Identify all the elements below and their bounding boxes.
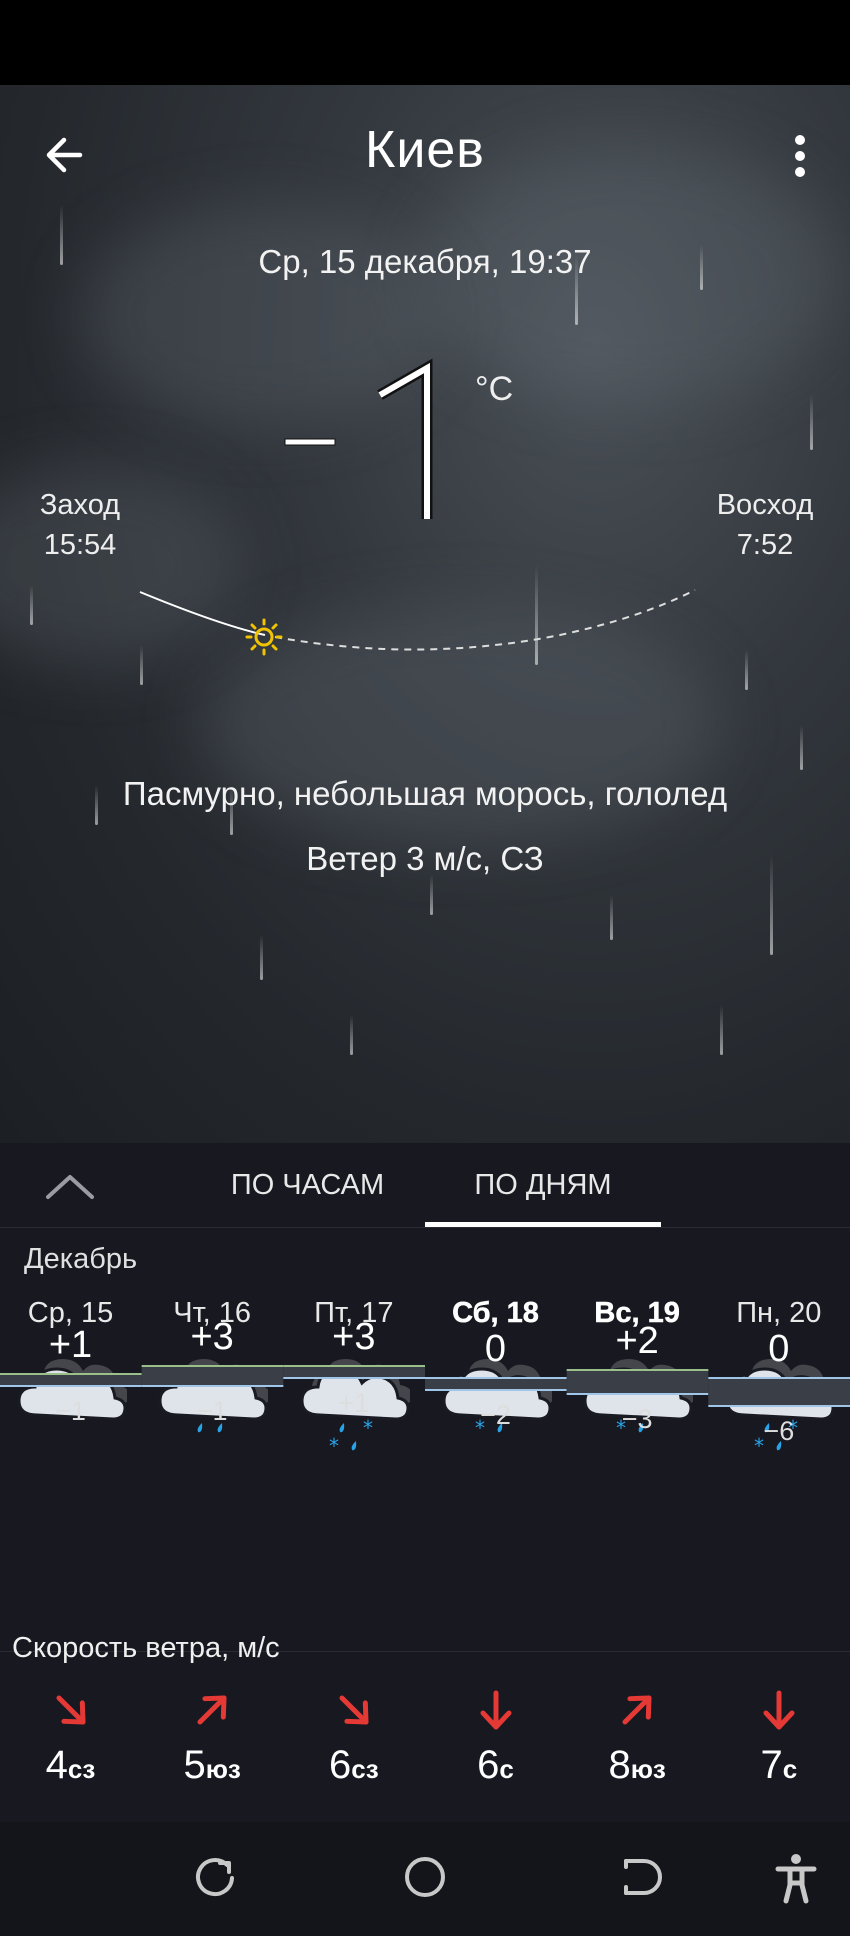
wind-cell: 6сз — [283, 1685, 424, 1788]
system-nav-bar — [0, 1822, 850, 1936]
status-bar — [0, 0, 850, 85]
wind-direction: юз — [630, 1754, 666, 1784]
temp-range-bar — [708, 1378, 850, 1406]
temp-min-label: −2 — [480, 1400, 511, 1430]
temp-min-label: −1 — [55, 1396, 86, 1426]
sunrise-label: Восход — [716, 489, 814, 521]
accessibility-button[interactable] — [766, 1847, 826, 1907]
temp-range-bar — [566, 1370, 709, 1394]
wind-speed-title: Скорость ветра, м/с — [12, 1632, 280, 1664]
wind-speed-value: 7с — [708, 1743, 849, 1788]
weather-condition: Пасмурно, небольшая морось, гололед — [122, 775, 728, 812]
tab-daily[interactable]: ПО ДНЯМ — [425, 1143, 661, 1227]
temperature-band: +1 −1 +3 −1 +3 +1 0 −2 +2 −3 0 −6 — [0, 1316, 850, 1446]
wind-speed-value: 5юз — [142, 1743, 283, 1788]
chevron-up-icon — [46, 1175, 94, 1199]
wind-speed-value: 4сз — [0, 1743, 141, 1788]
wind-arrow-icon — [622, 1695, 652, 1725]
wind-arrow-icon — [339, 1695, 369, 1725]
temp-range-bar — [283, 1366, 425, 1378]
temp-min-label: −1 — [196, 1396, 228, 1426]
wind-speed: 8 — [608, 1743, 631, 1787]
temp-max-label: +3 — [190, 1316, 234, 1358]
sunset-label: Заход — [39, 489, 121, 521]
sun-path-arc — [139, 589, 696, 656]
home-circle-icon — [405, 1857, 445, 1897]
wind-direction: с — [499, 1754, 514, 1784]
wind-cell: 5юз — [142, 1685, 283, 1788]
raindrop — [720, 1005, 723, 1055]
wind-speed: 5 — [183, 1743, 206, 1787]
wind-speed-value: 6сз — [283, 1743, 424, 1788]
wind-arrow-icon — [480, 1690, 511, 1730]
rotate-icon — [196, 1858, 234, 1896]
back-nav-icon — [624, 1859, 662, 1895]
accessibility-icon — [775, 1854, 817, 1904]
wind-direction: сз — [351, 1754, 379, 1784]
recent-apps-button[interactable] — [185, 1847, 245, 1907]
wind-cell: 4сз — [0, 1685, 141, 1788]
wind-speed: 7 — [760, 1743, 783, 1787]
wind-speed: 4 — [45, 1743, 68, 1787]
wind-direction: сз — [67, 1754, 96, 1784]
current-weather-section: Киев Ср, 15 декабря, 19:37 −1 °C Заход 1… — [0, 85, 850, 1143]
wind-speed: 6 — [329, 1743, 352, 1787]
raindrop — [350, 1015, 353, 1055]
wind-direction: с — [782, 1754, 798, 1784]
svg-text:*: * — [329, 1434, 339, 1458]
raindrop — [610, 895, 613, 940]
more-vertical-icon — [795, 135, 805, 177]
wind-direction: юз — [205, 1754, 241, 1784]
sun-icon — [245, 618, 283, 656]
wind-arrow-icon — [55, 1695, 86, 1725]
tab-hourly[interactable]: ПО ЧАСАМ — [215, 1143, 400, 1227]
temp-range-bar — [141, 1366, 284, 1386]
current-wind: Ветер 3 м/с, СЗ — [306, 840, 544, 877]
current-temperature: −1 — [270, 355, 470, 525]
temperature-unit: °C — [475, 370, 514, 408]
temp-max-label: 0 — [768, 1328, 790, 1370]
temp-max-label: +2 — [615, 1320, 659, 1362]
temp-max-label: 0 — [484, 1328, 507, 1370]
forecast-tabs: ПО ЧАСАМ ПО ДНЯМ — [0, 1143, 850, 1228]
temp-range-bar — [0, 1374, 142, 1386]
city-title: Киев — [365, 121, 485, 179]
temp-max-label: +3 — [332, 1316, 376, 1358]
raindrop — [260, 935, 263, 980]
sunset-info: Заход 15:54 — [30, 485, 130, 565]
current-date: Ср, 15 декабря, 19:37 — [258, 243, 592, 280]
sunrise-info: Восход 7:52 — [710, 485, 820, 565]
temp-max-label: +1 — [48, 1324, 93, 1366]
more-menu-button[interactable] — [780, 130, 820, 185]
wind-speed: 6 — [477, 1743, 500, 1787]
month-label: Декабрь — [24, 1243, 138, 1275]
wind-speed-value: 6с — [425, 1743, 566, 1788]
wind-arrow-icon — [763, 1690, 795, 1730]
sunrise-time: 7:52 — [736, 529, 794, 561]
temp-min-label: −3 — [621, 1404, 653, 1434]
temp-range-bar — [425, 1378, 567, 1390]
wind-cell: 8юз — [567, 1685, 708, 1788]
wind-arrow-icon — [197, 1695, 227, 1725]
home-button[interactable] — [395, 1847, 455, 1907]
wind-forecast-row: 4сз 5юз 6сз 6с 8юз 7с — [0, 1685, 850, 1795]
raindrop — [800, 725, 803, 770]
wind-speed-value: 8юз — [567, 1743, 708, 1788]
wind-cell: 7с — [708, 1685, 849, 1788]
temp-min-label: +1 — [338, 1388, 370, 1418]
temperature-glyph — [284, 358, 433, 519]
back-nav-button[interactable] — [610, 1847, 670, 1907]
wind-cell: 6с — [425, 1685, 566, 1788]
raindrop — [430, 875, 433, 915]
sunset-time: 15:54 — [43, 529, 117, 561]
temp-min-label: −6 — [763, 1416, 795, 1446]
raindrop — [810, 395, 813, 450]
collapse-button[interactable] — [40, 1165, 100, 1205]
